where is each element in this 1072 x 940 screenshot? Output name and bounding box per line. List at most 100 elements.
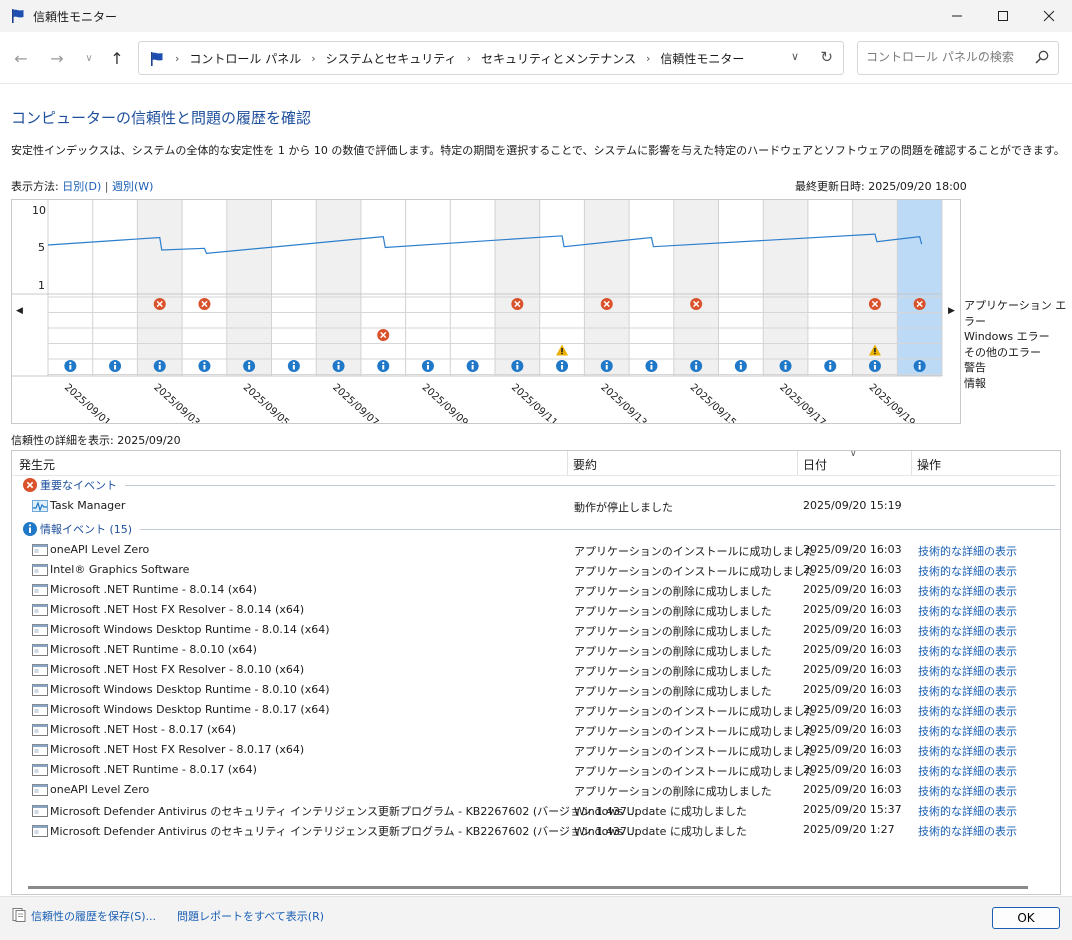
details-label: 信頼性の詳細を表示: 2025/09/20 <box>11 434 181 447</box>
view-all-reports-link[interactable]: 問題レポートをすべて表示(R) <box>177 908 324 924</box>
maximize-button[interactable] <box>980 0 1026 32</box>
address-bar[interactable]: › コントロール パネル › システムとセキュリティ › セキュリティとメンテナ… <box>138 41 844 75</box>
row-source: oneAPI Level Zero <box>32 543 149 556</box>
column-divider[interactable] <box>797 451 798 475</box>
chevron-right-icon[interactable]: › <box>646 52 650 65</box>
details-list[interactable]: 発生元 要約 日付 ∨ 操作 重要なイベント Task Manager 動作が停止… <box>11 450 1061 895</box>
technical-details-link[interactable]: 技術的な詳細の表示 <box>918 823 1017 839</box>
technical-details-link[interactable]: 技術的な詳細の表示 <box>918 563 1017 579</box>
column-action[interactable]: 操作 <box>917 456 941 473</box>
group-critical[interactable]: 重要なイベント <box>22 476 1055 494</box>
technical-details-link[interactable]: 技術的な詳細の表示 <box>918 623 1017 639</box>
arrow-left-icon: ← <box>14 49 28 68</box>
search-input[interactable] <box>866 50 1026 64</box>
technical-details-link[interactable]: 技術的な詳細の表示 <box>918 663 1017 679</box>
row-date: 2025/09/20 16:03 <box>803 643 902 656</box>
table-row[interactable]: Microsoft .NET Runtime - 8.0.14 (x64) アプリ… <box>12 580 1060 600</box>
x-tick-label: 2025/09/15 <box>688 382 738 423</box>
technical-details-link[interactable]: 技術的な詳細の表示 <box>918 723 1017 739</box>
info-icon <box>114 365 117 370</box>
view-daily-link[interactable]: 日別(D) <box>62 180 101 193</box>
search-icon[interactable] <box>1034 49 1050 65</box>
chart-column <box>495 200 540 376</box>
group-critical-title: 重要なイベント <box>40 479 117 492</box>
application-icon <box>32 623 48 636</box>
close-button[interactable] <box>1026 0 1072 32</box>
technical-details-link[interactable]: 技術的な詳細の表示 <box>918 583 1017 599</box>
recent-locations-button[interactable]: ∨ <box>78 48 100 70</box>
column-source[interactable]: 発生元 <box>19 456 55 473</box>
row-source: Intel® Graphics Software <box>32 563 189 576</box>
ok-button[interactable]: OK <box>992 907 1060 929</box>
technical-details-link[interactable]: 技術的な詳細の表示 <box>918 743 1017 759</box>
technical-details-link[interactable]: 技術的な詳細の表示 <box>918 763 1017 779</box>
info-icon <box>561 365 564 370</box>
technical-details-link[interactable]: 技術的な詳細の表示 <box>918 703 1017 719</box>
chart-scroll-right-icon[interactable]: ▶ <box>948 306 955 316</box>
address-dropdown-icon[interactable]: ∨ <box>791 50 799 63</box>
table-row[interactable]: Microsoft .NET Runtime - 8.0.10 (x64) アプリ… <box>12 640 1060 660</box>
technical-details-link[interactable]: 技術的な詳細の表示 <box>918 543 1017 559</box>
x-tick-label: 2025/09/17 <box>777 382 827 423</box>
search-box[interactable] <box>857 41 1059 75</box>
horizontal-scrollbar[interactable] <box>28 886 1028 889</box>
chevron-right-icon[interactable]: › <box>467 52 471 65</box>
table-row[interactable]: oneAPI Level Zero アプリケーションの削除に成功しました 2025/… <box>12 780 1060 800</box>
row-summary: アプリケーションの削除に成功しました <box>574 685 772 698</box>
table-row[interactable]: Microsoft .NET Host - 8.0.17 (x64) アプリケーシ… <box>12 720 1060 740</box>
table-row[interactable]: Task Manager 動作が停止しました 2025/09/20 15:19 <box>12 496 1060 516</box>
group-info-title: 情報イベント (15) <box>40 523 133 536</box>
row-source-text: oneAPI Level Zero <box>50 543 150 556</box>
view-weekly-link[interactable]: 週別(W) <box>112 180 153 193</box>
table-row[interactable]: Microsoft .NET Host FX Resolver - 8.0.10… <box>12 660 1060 680</box>
info-icon <box>873 365 876 370</box>
technical-details-link[interactable]: 技術的な詳細の表示 <box>918 683 1017 699</box>
table-row[interactable]: Microsoft Windows Desktop Runtime - 8.0.… <box>12 700 1060 720</box>
stability-chart-svg[interactable]: 2025/09/01 2025/09/03 2025/09/05 2025/09/07… <box>12 200 960 423</box>
chevron-right-icon[interactable]: › <box>311 52 315 65</box>
table-row[interactable]: oneAPI Level Zero アプリケーションのインストールに成功しました 2… <box>12 540 1060 560</box>
maximize-icon <box>998 11 1008 21</box>
table-row[interactable]: Microsoft Windows Desktop Runtime - 8.0.… <box>12 620 1060 640</box>
info-icon <box>471 361 474 365</box>
table-row[interactable]: Microsoft .NET Host FX Resolver - 8.0.17… <box>12 740 1060 760</box>
forward-button[interactable]: → <box>46 48 68 70</box>
row-source: Microsoft .NET Runtime - 8.0.14 (x64) <box>32 583 257 596</box>
breadcrumb-control-panel[interactable]: コントロール パネル <box>189 50 301 67</box>
legend-other-errors: その他のエラー <box>964 345 1041 359</box>
chart-scroll-left-icon[interactable]: ◀ <box>16 306 23 316</box>
table-row[interactable]: Intel® Graphics Software アプリケーションのインストールに… <box>12 560 1060 580</box>
info-icon <box>739 361 742 365</box>
table-row[interactable]: Microsoft Defender Antivirus のセキュリティ インテ… <box>12 800 1060 820</box>
save-history-link[interactable]: 信頼性の履歴を保存(S)... <box>31 908 156 924</box>
technical-details-link[interactable]: 技術的な詳細の表示 <box>918 803 1017 819</box>
column-date[interactable]: 日付 <box>803 456 827 473</box>
column-summary[interactable]: 要約 <box>573 456 597 473</box>
chart-column <box>807 200 853 376</box>
warning-icon <box>874 352 876 355</box>
technical-details-link[interactable]: 技術的な詳細の表示 <box>918 783 1017 799</box>
row-summary: アプリケーションの削除に成功しました <box>574 585 772 598</box>
arrow-up-icon: ↑ <box>110 49 124 68</box>
column-divider[interactable] <box>911 451 912 475</box>
breadcrumb-system-security[interactable]: システムとセキュリティ <box>326 50 457 67</box>
technical-details-link[interactable]: 技術的な詳細の表示 <box>918 603 1017 619</box>
breadcrumb-security-maintenance[interactable]: セキュリティとメンテナンス <box>481 50 636 67</box>
row-source-text: Intel® Graphics Software <box>50 563 190 576</box>
table-row[interactable]: Microsoft .NET Runtime - 8.0.17 (x64) アプリ… <box>12 760 1060 780</box>
table-row[interactable]: Microsoft Windows Desktop Runtime - 8.0.… <box>12 680 1060 700</box>
technical-details-link[interactable]: 技術的な詳細の表示 <box>918 643 1017 659</box>
minimize-button[interactable] <box>934 0 980 32</box>
up-button[interactable]: ↑ <box>106 48 128 70</box>
breadcrumb-reliability-monitor[interactable]: 信頼性モニター <box>660 50 744 67</box>
row-summary: アプリケーションのインストールに成功しました <box>574 745 816 758</box>
refresh-icon[interactable]: ↻ <box>820 48 833 66</box>
group-info[interactable]: 情報イベント (15) <box>22 520 1060 538</box>
row-source-text: Microsoft .NET Host FX Resolver - 8.0.10… <box>50 663 305 676</box>
back-button[interactable]: ← <box>10 48 32 70</box>
row-source-text: Microsoft Defender Antivirus のセキュリティ インテ… <box>50 805 638 818</box>
table-row[interactable]: Microsoft .NET Host FX Resolver - 8.0.14… <box>12 600 1060 620</box>
column-divider[interactable] <box>567 451 568 475</box>
table-row[interactable]: Microsoft Defender Antivirus のセキュリティ インテ… <box>12 820 1060 840</box>
stability-chart[interactable]: 2025/09/01 2025/09/03 2025/09/05 2025/09/07… <box>11 199 961 424</box>
